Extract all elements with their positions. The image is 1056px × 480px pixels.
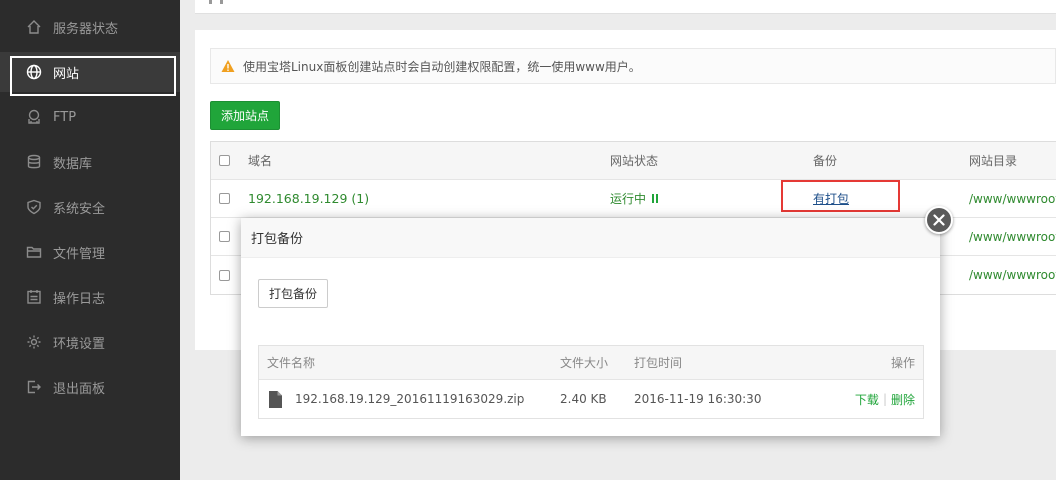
- row-checkbox[interactable]: [219, 269, 230, 281]
- sidebar-item-label: FTP: [53, 109, 77, 125]
- modal-close-button[interactable]: [925, 206, 953, 234]
- close-icon: [933, 214, 945, 226]
- header-file-size: 文件大小: [560, 356, 609, 370]
- backup-modal: 打包备份 打包备份 文件名称 文件大小 打包时间 操作 192.168.19.1…: [241, 218, 940, 436]
- header-domain: 域名: [248, 154, 273, 168]
- action-separator: |: [882, 392, 887, 406]
- folder-icon: [25, 243, 43, 261]
- gear-icon: [25, 333, 43, 351]
- sidebar-item-security[interactable]: 系统安全: [0, 187, 180, 227]
- backup-file-size: 2.40 KB: [560, 392, 607, 406]
- backup-link[interactable]: 有打包: [813, 180, 849, 217]
- site-dir-link[interactable]: /www/wwwroot: [969, 218, 1056, 255]
- sidebar-item-server-status[interactable]: 服务器状态: [0, 7, 180, 47]
- logout-icon: [25, 378, 43, 396]
- sidebar-item-label: 服务器状态: [53, 21, 119, 37]
- sidebar-item-label: 操作日志: [53, 291, 106, 307]
- site-status-text: 运行中: [610, 192, 647, 206]
- sidebar-item-database[interactable]: 数据库: [0, 142, 180, 182]
- backup-table: 文件名称 文件大小 打包时间 操作 192.168.19.129_2016111…: [258, 345, 924, 419]
- sidebar-item-ftp[interactable]: FTP: [0, 97, 180, 137]
- grip-icon: [209, 0, 223, 4]
- sidebar-item-label: 数据库: [53, 156, 93, 172]
- sidebar-item-label: 系统安全: [53, 201, 106, 217]
- header-action: 操作: [890, 356, 915, 370]
- warning-icon: [221, 60, 235, 72]
- sidebar-item-label: 文件管理: [53, 246, 106, 262]
- modal-title: 打包备份: [241, 218, 940, 258]
- row-checkbox[interactable]: [219, 231, 230, 242]
- log-icon: [25, 288, 43, 306]
- header-dir: 网站目录: [969, 154, 1018, 168]
- database-icon: [25, 153, 43, 171]
- sidebar-item-logs[interactable]: 操作日志: [0, 277, 180, 317]
- table-row: 192.168.19.129_20161119163029.zip 2.40 K…: [259, 380, 923, 418]
- backup-pack-time: 2016-11-19 16:30:30: [634, 392, 762, 406]
- home-icon: [25, 18, 43, 36]
- sidebar-item-label: 网站: [53, 66, 80, 82]
- globe-icon: [25, 63, 43, 81]
- header-file-name: 文件名称: [267, 356, 316, 370]
- backup-actions: 下载 | 删除: [855, 380, 915, 418]
- site-dir-link[interactable]: /www/wwwroot: [969, 256, 1056, 294]
- ftp-icon: [25, 108, 43, 126]
- row-checkbox[interactable]: [219, 193, 230, 204]
- table-header: 域名 网站状态 备份 网站目录: [211, 142, 1056, 180]
- delete-link[interactable]: 删除: [891, 391, 915, 408]
- notice-text: 使用宝塔Linux面板创建站点时会自动创建权限配置，统一使用www用户。: [243, 59, 641, 74]
- sidebar-item-label: 环境设置: [53, 336, 106, 352]
- pause-icon: [652, 194, 659, 203]
- sidebar-item-files[interactable]: 文件管理: [0, 232, 180, 272]
- top-bar: [195, 0, 1056, 14]
- sidebar-item-logout[interactable]: 退出面板: [0, 367, 180, 407]
- add-site-button[interactable]: 添加站点: [210, 101, 280, 130]
- backup-table-header: 文件名称 文件大小 打包时间 操作: [259, 346, 923, 380]
- site-domain-link[interactable]: 192.168.19.129 (1): [248, 180, 369, 217]
- site-status[interactable]: 运行中: [610, 180, 659, 217]
- sidebar: 服务器状态 网站 FTP 数据库 系统安全 文件管理 操作日志 环境设置 退出面…: [0, 0, 180, 480]
- sidebar-item-label: 退出面板: [53, 381, 106, 397]
- pack-backup-button[interactable]: 打包备份: [258, 279, 328, 308]
- sidebar-item-website[interactable]: 网站: [0, 52, 180, 92]
- sidebar-item-settings[interactable]: 环境设置: [0, 322, 180, 362]
- header-backup: 备份: [813, 154, 838, 168]
- select-all-checkbox[interactable]: [219, 155, 230, 166]
- file-icon: [269, 390, 282, 408]
- notice-bar: 使用宝塔Linux面板创建站点时会自动创建权限配置，统一使用www用户。: [210, 48, 1056, 84]
- header-pack-time: 打包时间: [634, 356, 683, 370]
- header-status: 网站状态: [610, 154, 659, 168]
- site-dir-link[interactable]: /www/wwwroot: [969, 180, 1056, 217]
- backup-file-name: 192.168.19.129_20161119163029.zip: [295, 392, 525, 406]
- download-link[interactable]: 下载: [855, 391, 879, 408]
- shield-icon: [25, 198, 43, 216]
